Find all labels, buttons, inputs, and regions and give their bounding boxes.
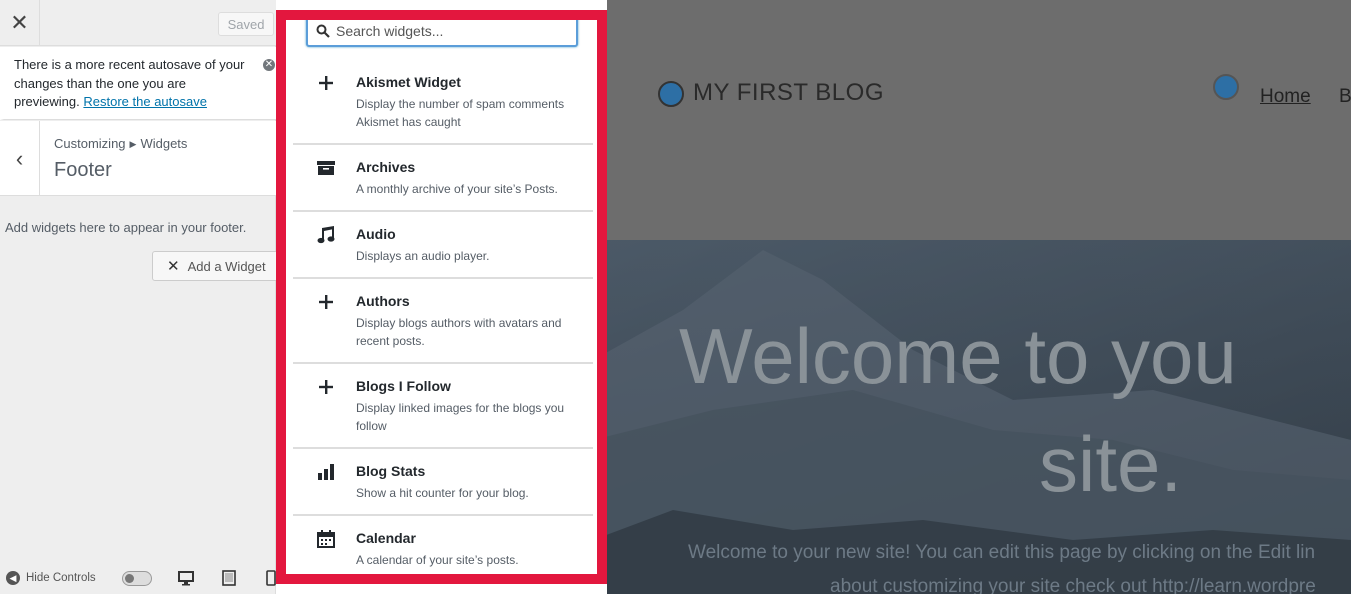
close-customizer-button[interactable]: ✕ (0, 0, 40, 46)
blog-title[interactable]: MY FIRST BLOG (693, 79, 884, 107)
breadcrumb-parent: Customizing (54, 136, 126, 151)
autosave-notice: There is a more recent autosave of your … (0, 47, 276, 120)
search-icon (316, 24, 330, 38)
tablet-icon[interactable] (221, 570, 237, 586)
widget-description: Display blogs authors with avatars and r… (356, 316, 562, 348)
search-widgets-input[interactable] (336, 22, 556, 39)
customizer-sidebar: ✕ Saved There is a more recent autosave … (0, 0, 282, 594)
caret-right-icon: ▶ (129, 139, 137, 149)
widget-item-authors[interactable]: Authors Display blogs authors with avata… (293, 279, 593, 364)
bar-chart-icon (317, 463, 335, 481)
calendar-icon (317, 530, 335, 548)
widget-description: A calendar of your site’s posts. (356, 553, 519, 567)
add-widget-button[interactable]: ✕ Add a Widget (152, 251, 282, 281)
archive-icon (317, 159, 335, 177)
widget-item-audio[interactable]: Audio Displays an audio player. (293, 212, 593, 279)
hero-text: Welcome to your new site! You can edit t… (688, 536, 1351, 594)
saved-button[interactable]: Saved (218, 12, 274, 36)
site-preview[interactable]: MY FIRST BLOG Home B Welcome to you site… (593, 0, 1351, 594)
hero-title-line1: Welcome to you (679, 312, 1237, 400)
edit-pencil-icon[interactable] (658, 81, 684, 107)
widget-title: Calendar (356, 530, 416, 546)
music-note-icon (317, 226, 335, 244)
add-widget-label: Add a Widget (187, 258, 266, 274)
widget-description: A monthly archive of your site’s Posts. (356, 182, 558, 196)
collapse-icon: ◀ (6, 571, 20, 585)
plus-icon (317, 293, 335, 311)
widget-title: Blogs I Follow (356, 378, 451, 394)
widget-title: Audio (356, 226, 396, 242)
widget-title: Authors (356, 293, 410, 309)
widget-search[interactable] (306, 14, 578, 47)
hero-section: Welcome to you site. Welcome to your new… (593, 240, 1351, 594)
close-icon: ✕ (167, 258, 180, 275)
plus-icon (317, 378, 335, 396)
customizer-topbar: ✕ Saved (0, 0, 276, 46)
restore-autosave-link[interactable]: Restore the autosave (83, 94, 207, 109)
chevron-left-icon: ‹ (15, 145, 24, 171)
widget-list: Akismet Widget Display the number of spa… (293, 60, 593, 576)
close-icon: ✕ (10, 10, 29, 35)
widget-item-archives[interactable]: Archives A monthly archive of your site’… (293, 145, 593, 212)
widget-item-akismet[interactable]: Akismet Widget Display the number of spa… (293, 60, 593, 145)
nav-home-link[interactable]: Home (1260, 86, 1311, 108)
edit-pencil-icon[interactable] (1213, 74, 1239, 100)
preview-header: MY FIRST BLOG Home B (593, 0, 1351, 240)
section-title: Footer (54, 159, 112, 181)
hero-title-line2: site. (1039, 420, 1183, 508)
section-description: Add widgets here to appear in your foote… (5, 220, 247, 235)
hero-text-line2: about customizing your site check out ht… (830, 576, 1316, 594)
breadcrumb-child: Widgets (140, 136, 188, 151)
back-button[interactable]: ‹ (0, 121, 40, 196)
plus-icon (317, 74, 335, 92)
dismiss-notice-icon[interactable]: ✕ (263, 59, 275, 71)
desktop-icon[interactable] (178, 570, 194, 586)
widget-item-blog-stats[interactable]: Blog Stats Show a hit counter for your b… (293, 449, 593, 516)
widget-title: Blog Stats (356, 463, 426, 479)
widget-description: Display the number of spam comments Akis… (356, 97, 565, 129)
hero-title: Welcome to you site. (679, 302, 1351, 518)
hide-controls-label: Hide Controls (26, 572, 96, 584)
widget-item-blogs-i-follow[interactable]: Blogs I Follow Display linked images for… (293, 364, 593, 449)
hero-text-line1: Welcome to your new site! You can edit t… (688, 542, 1316, 563)
widget-title: Archives (356, 159, 416, 175)
widget-description: Show a hit counter for your blog. (356, 486, 529, 500)
widget-description: Display linked images for the blogs you … (356, 401, 565, 433)
nav-next-link[interactable]: B (1339, 86, 1351, 108)
breadcrumb: Customizing ▶ Widgets (54, 136, 187, 151)
widget-title: Akismet Widget (356, 74, 461, 90)
widget-description: Displays an audio player. (356, 249, 490, 263)
preview-toggle[interactable] (122, 571, 152, 586)
widget-item-calendar[interactable]: Calendar A calendar of your site’s posts… (293, 516, 593, 576)
hide-controls-button[interactable]: ◀ Hide Controls (6, 571, 96, 585)
section-header: ‹ Customizing ▶ Widgets Footer (0, 121, 276, 196)
customizer-footer: ◀ Hide Controls (0, 562, 276, 594)
